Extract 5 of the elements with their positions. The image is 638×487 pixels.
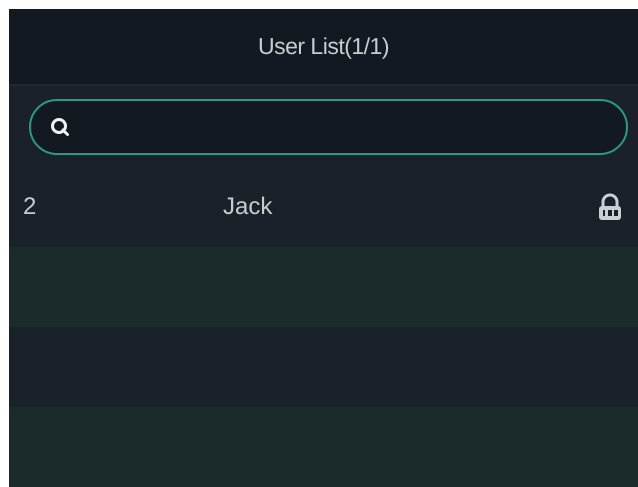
user-number: 2 [22,193,38,221]
search-icon [50,116,70,136]
user-name: Jack [223,193,274,221]
screen-title: User List(1/1) [258,33,390,60]
padlock-icon [598,193,622,221]
